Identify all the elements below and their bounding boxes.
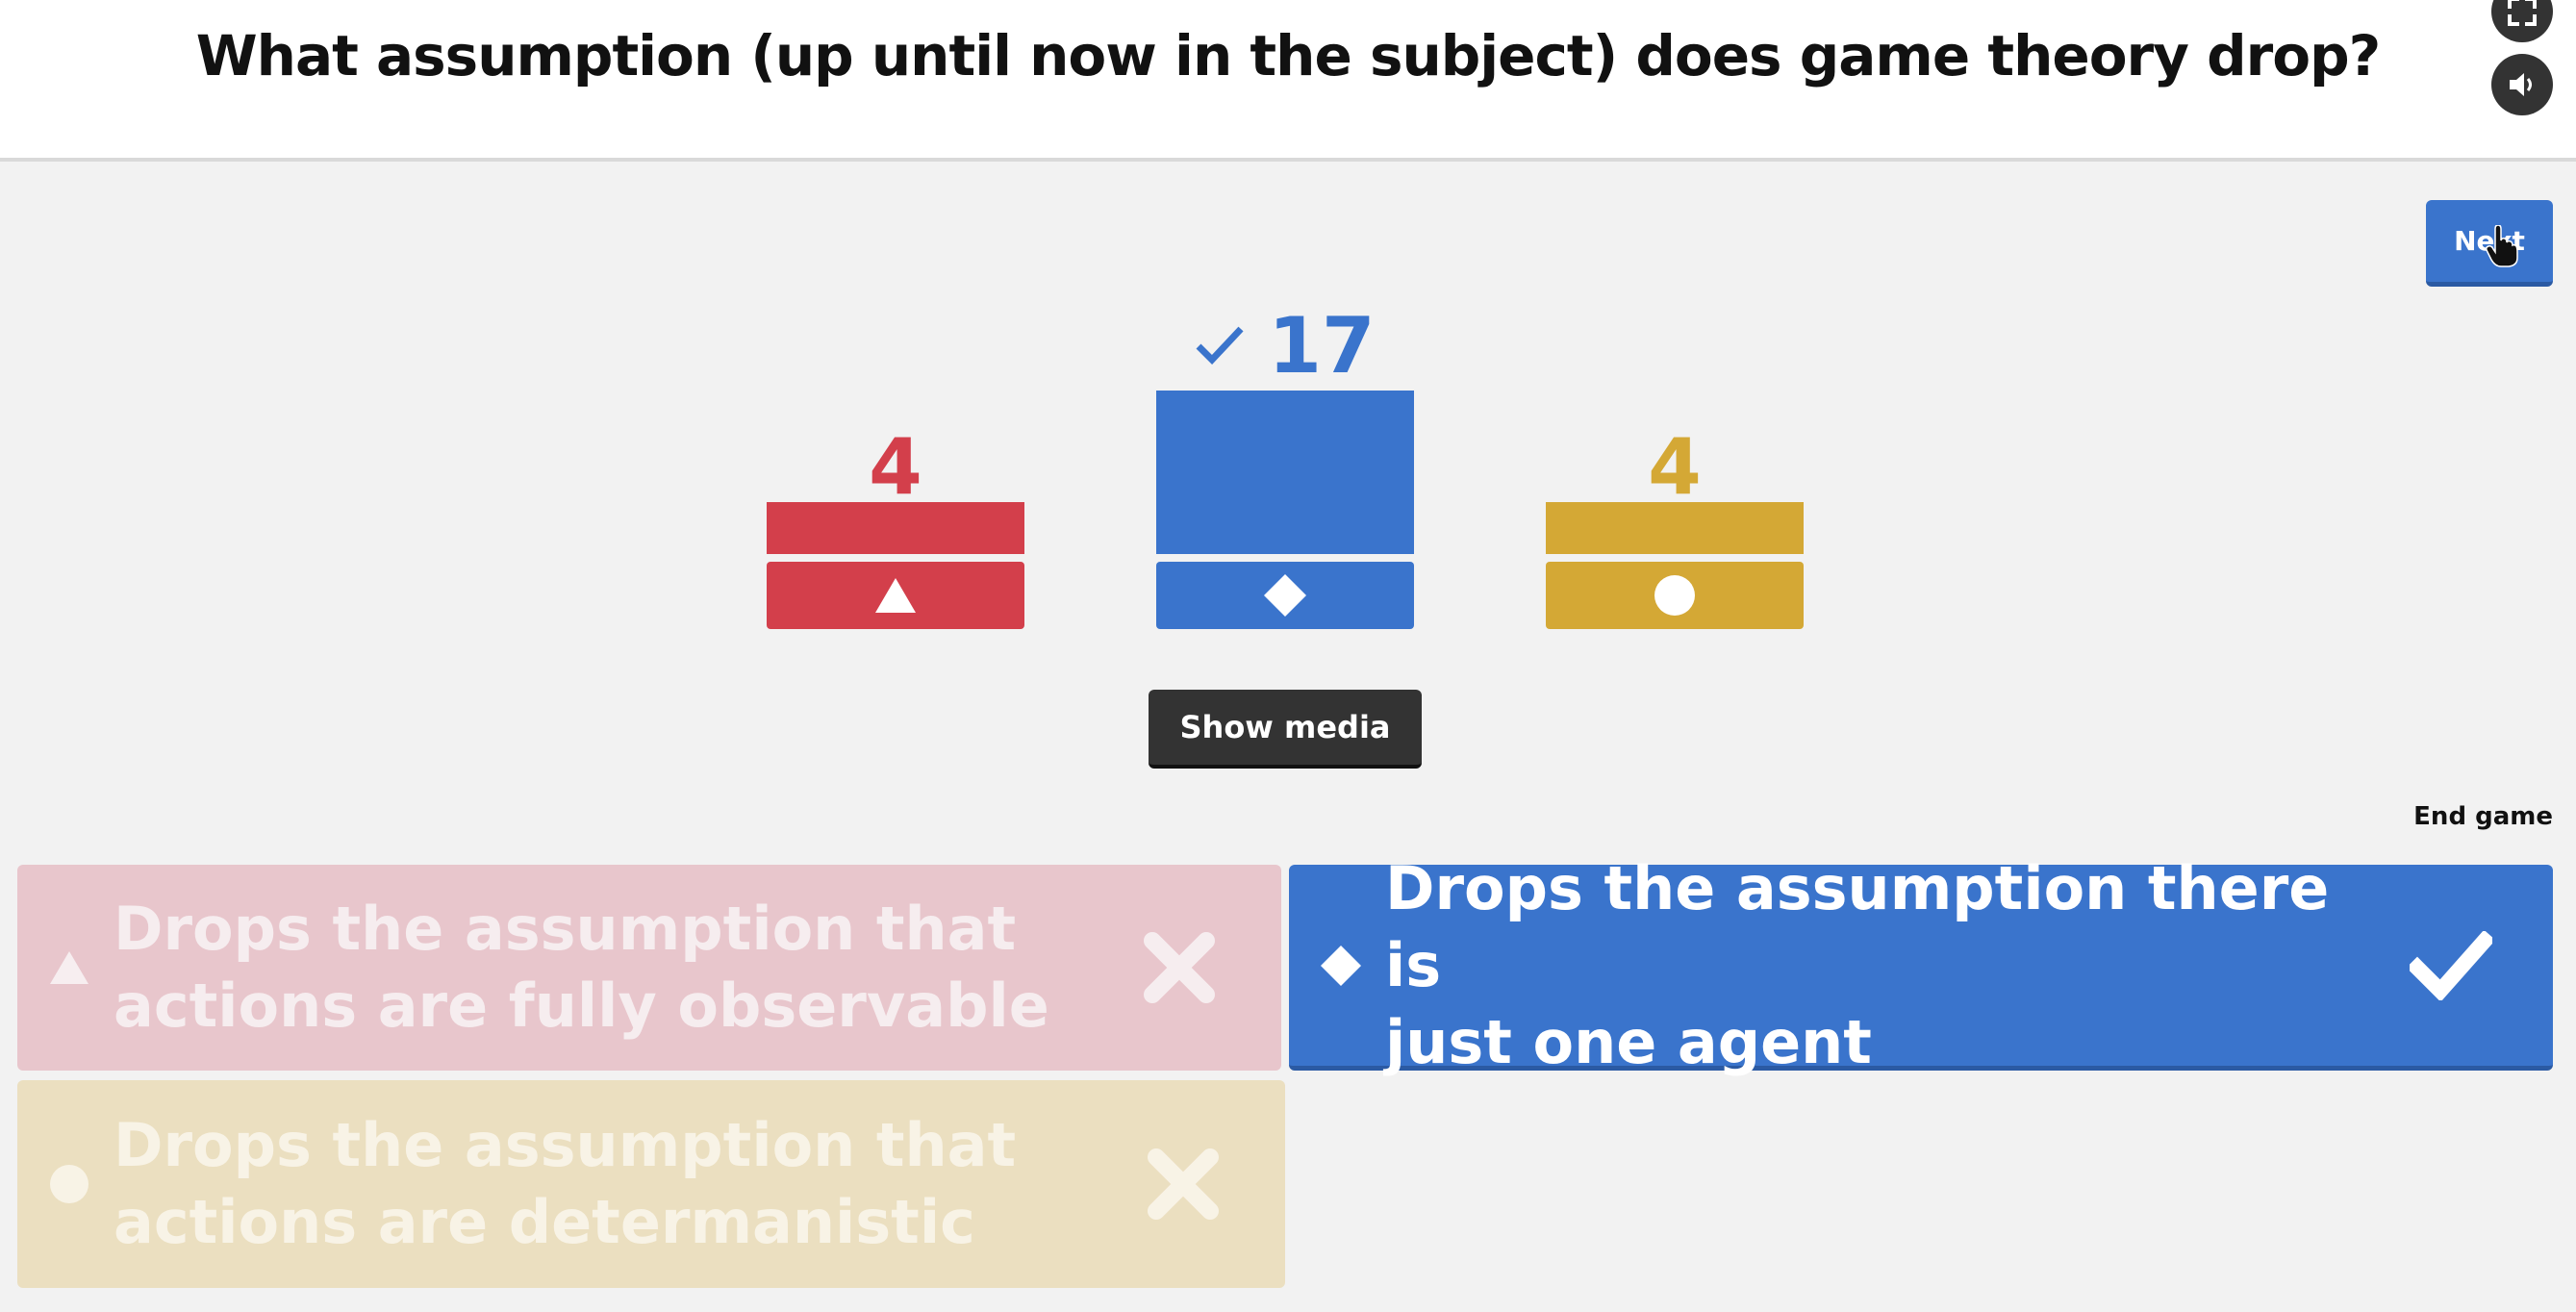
answer-option-triangle[interactable]: Drops the assumption that actions are fu… bbox=[17, 865, 1281, 1071]
triangle-icon bbox=[40, 939, 98, 997]
question-text: What assumption (up until now in the sub… bbox=[195, 23, 2382, 88]
answer-line: Drops the assumption there is bbox=[1385, 852, 2330, 1000]
hand-cursor-icon bbox=[2486, 225, 2518, 267]
check-icon bbox=[1196, 326, 1244, 366]
answer-line: actions are fully observable bbox=[114, 971, 1049, 1041]
answer-line: Drops the assumption that bbox=[114, 1110, 1017, 1180]
result-count-row: 17 bbox=[1156, 300, 1414, 391]
cross-icon bbox=[1131, 920, 1227, 1016]
result-bar-base bbox=[1546, 562, 1804, 629]
question-header: What assumption (up until now in the sub… bbox=[0, 0, 2576, 162]
answer-option-diamond[interactable]: Drops the assumption there is just one a… bbox=[1289, 853, 2553, 1077]
result-bar-base bbox=[1156, 562, 1414, 629]
triangle-icon bbox=[875, 578, 916, 613]
result-count: 17 bbox=[1268, 300, 1376, 391]
result-bar-base bbox=[767, 562, 1024, 629]
result-bar-triangle: 4 bbox=[767, 414, 1024, 629]
result-count: 4 bbox=[1648, 421, 1702, 512]
fullscreen-icon bbox=[2508, 0, 2537, 26]
sound-button[interactable] bbox=[2491, 54, 2553, 115]
diamond-icon bbox=[1312, 937, 1370, 995]
result-count: 4 bbox=[869, 421, 922, 512]
answer-text: Drops the assumption that actions are de… bbox=[114, 1107, 1102, 1261]
result-bar-fill bbox=[1156, 391, 1414, 554]
end-game-link[interactable]: End game bbox=[2413, 802, 2553, 831]
circle-icon bbox=[1654, 575, 1695, 616]
answer-line: Drops the assumption that bbox=[114, 894, 1017, 964]
answer-text: Drops the assumption there is just one a… bbox=[1385, 850, 2370, 1081]
result-bar-diamond: 17 bbox=[1156, 296, 1414, 629]
result-bar-fill bbox=[1546, 502, 1804, 554]
answer-line: just one agent bbox=[1385, 1006, 1872, 1077]
sound-icon bbox=[2510, 73, 2532, 96]
check-icon bbox=[2403, 918, 2499, 1014]
answer-option-circle[interactable]: Drops the assumption that actions are de… bbox=[17, 1080, 1285, 1288]
diamond-icon bbox=[1264, 574, 1306, 617]
circle-icon bbox=[40, 1155, 98, 1213]
cross-icon bbox=[1135, 1136, 1231, 1232]
answer-text: Drops the assumption that actions are fu… bbox=[114, 891, 1099, 1045]
result-bar-circle: 4 bbox=[1546, 414, 1804, 629]
answer-line: actions are determanistic bbox=[114, 1187, 975, 1257]
show-media-button[interactable]: Show media bbox=[1149, 690, 1422, 769]
result-bar-fill bbox=[767, 502, 1024, 554]
